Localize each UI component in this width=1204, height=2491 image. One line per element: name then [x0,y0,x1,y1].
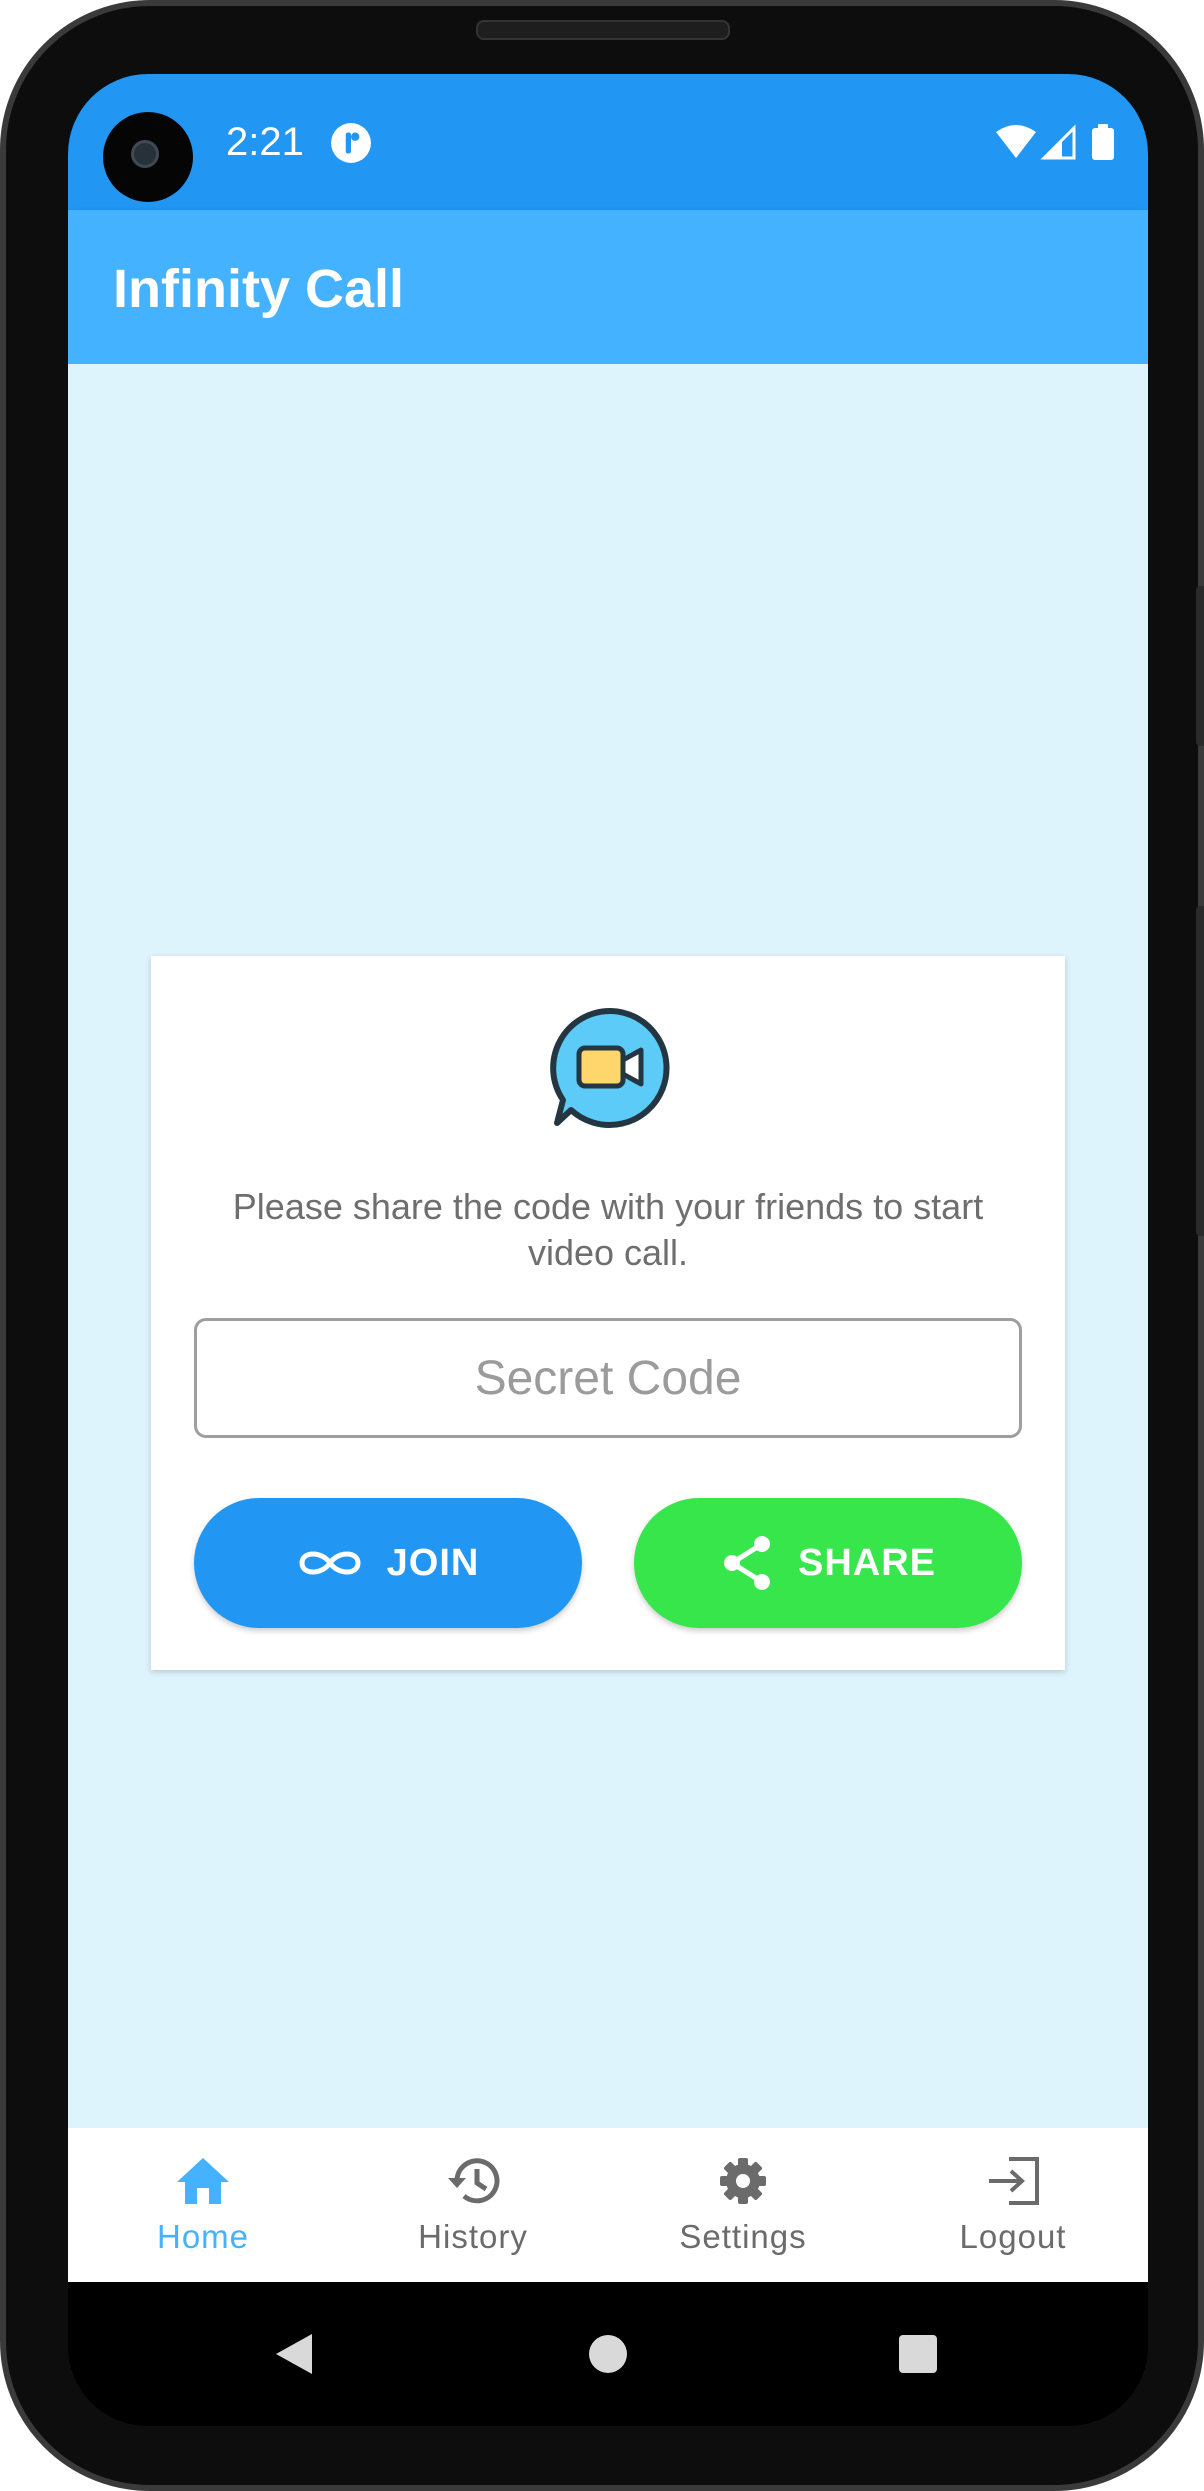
wifi-icon [996,125,1036,158]
nav-item-history[interactable]: History [338,2128,608,2282]
home-button-icon[interactable] [588,2334,628,2374]
join-button-label: JOIN [386,1541,480,1584]
share-button-label: SHARE [797,1541,937,1584]
logout-icon [989,2157,1039,2205]
system-navigation-bar [68,2282,1148,2426]
status-time: 2:21 [226,120,304,164]
nav-item-settings[interactable]: Settings [608,2128,878,2282]
recents-icon[interactable] [898,2334,938,2374]
share-icon [723,1536,770,1590]
call-card: Please share the code with your friends … [151,956,1065,1670]
front-camera [103,112,193,202]
notification-app-icon [331,123,371,163]
gear-icon [720,2158,766,2204]
phone-frame: 2:21 Infinity Call Please share the code… [0,0,1204,2491]
infinity-icon [299,1551,361,1575]
home-icon [177,2158,229,2204]
back-icon[interactable] [274,2332,314,2376]
battery-icon [1092,124,1114,160]
app-bar: Infinity Call [68,210,1148,364]
status-icons [996,124,1114,160]
nav-label-home: Home [156,2218,250,2255]
share-button[interactable]: SHARE [634,1498,1022,1628]
nav-label-settings: Settings [679,2218,807,2255]
nav-item-logout[interactable]: Logout [878,2128,1148,2282]
nav-label-logout: Logout [959,2218,1067,2255]
app-title: Infinity Call [113,259,405,319]
volume-button [1196,586,1204,746]
status-bar: 2:21 [68,74,1148,210]
bottom-navigation: Home History Settings Logout [68,2128,1148,2282]
screen: 2:21 Infinity Call Please share the code… [68,74,1148,2426]
history-icon [448,2158,500,2204]
speaker-grill [476,20,730,40]
share-instructions: Please share the code with your friends … [232,1186,984,1273]
video-chat-icon [550,1007,670,1128]
nav-item-home[interactable]: Home [68,2128,338,2282]
join-button[interactable]: JOIN [194,1498,582,1628]
power-button [1196,906,1204,1236]
secret-code-input[interactable] [194,1318,1022,1438]
nav-label-history: History [418,2218,528,2255]
cellular-signal-icon [1040,124,1076,160]
main-content: Please share the code with your friends … [68,364,1148,2128]
